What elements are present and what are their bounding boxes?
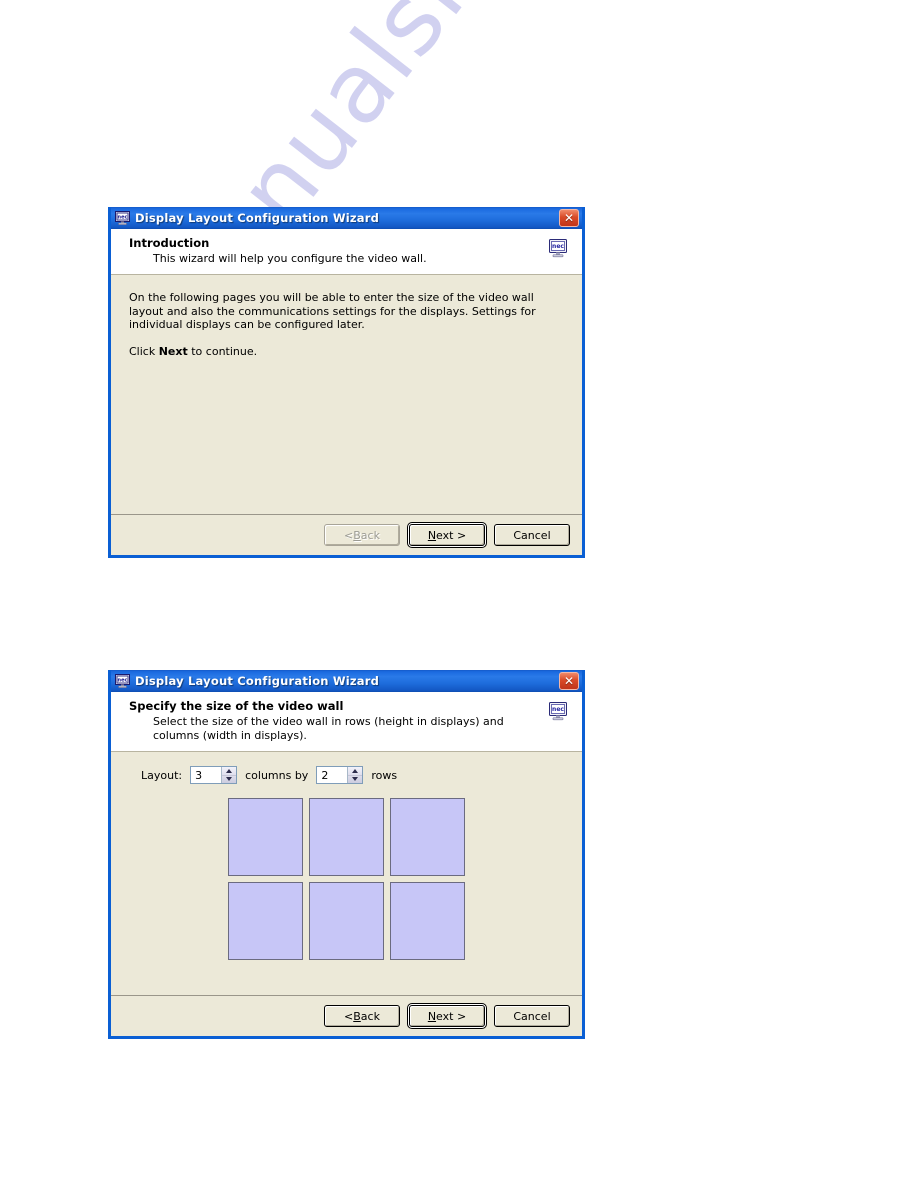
wizard-body: On the following pages you will be able … xyxy=(111,275,582,514)
page-subtitle: Select the size of the video wall in row… xyxy=(153,715,504,742)
titlebar: nec Display Layout Configuration Wizard … xyxy=(111,207,582,229)
window-title: Display Layout Configuration Wizard xyxy=(135,211,380,225)
page-subtitle: This wizard will help you configure the … xyxy=(153,252,427,265)
wizard-footer: < Back Next > Cancel xyxy=(111,514,582,555)
hint-suffix: to continue. xyxy=(187,344,258,358)
next-hint-paragraph: Click Next to continue. xyxy=(111,332,582,359)
columns-stepper[interactable]: 3 xyxy=(190,766,238,784)
next-button[interactable]: Next > xyxy=(407,522,487,548)
rows-stepper[interactable]: 2 xyxy=(316,766,364,784)
cancel-button[interactable]: Cancel xyxy=(494,524,570,546)
display-tile[interactable] xyxy=(390,798,465,876)
display-layout-wizard-dialog-size: nec Display Layout Configuration Wizard … xyxy=(108,670,585,1039)
header-text-block: Introduction This wizard will help you c… xyxy=(129,236,548,266)
video-wall-tile-grid xyxy=(111,784,582,960)
svg-text:nec: nec xyxy=(552,706,564,713)
rows-increment-icon[interactable] xyxy=(348,767,363,776)
nec-monitor-icon: nec xyxy=(548,238,568,258)
display-tile[interactable] xyxy=(228,882,303,960)
nec-monitor-icon: nec xyxy=(548,701,568,721)
header-text-block: Specify the size of the video wall Selec… xyxy=(129,699,548,743)
svg-text:nec: nec xyxy=(118,215,128,221)
back-button[interactable]: < Back xyxy=(324,524,400,546)
nec-monitor-icon: nec xyxy=(115,211,130,225)
rows-decrement-icon[interactable] xyxy=(348,776,362,784)
wizard-header: Introduction This wizard will help you c… xyxy=(111,229,582,275)
rows-input[interactable]: 2 xyxy=(317,767,348,783)
next-button-label: Next > xyxy=(427,1009,467,1023)
columns-stepper-buttons[interactable] xyxy=(221,767,237,784)
wizard-body: Layout: 3 columns by 2 rows xyxy=(111,752,582,995)
nec-monitor-icon: nec xyxy=(115,674,130,688)
display-tile[interactable] xyxy=(390,882,465,960)
display-tile[interactable] xyxy=(309,798,384,876)
wizard-footer: < Back Next > Cancel xyxy=(111,995,582,1036)
columns-decrement-icon[interactable] xyxy=(222,776,236,784)
layout-label: Layout: xyxy=(141,768,183,782)
rows-label: rows xyxy=(371,768,398,782)
next-button[interactable]: Next > xyxy=(407,1003,487,1029)
columns-by-label: columns by xyxy=(245,768,309,782)
titlebar: nec Display Layout Configuration Wizard … xyxy=(111,670,582,692)
cancel-button[interactable]: Cancel xyxy=(494,1005,570,1027)
page-title: Introduction xyxy=(129,236,210,250)
window-title: Display Layout Configuration Wizard xyxy=(135,674,380,688)
back-button[interactable]: < Back xyxy=(324,1005,400,1027)
layout-size-row: Layout: 3 columns by 2 rows xyxy=(111,752,582,784)
hint-prefix: Click xyxy=(129,344,159,358)
svg-text:nec: nec xyxy=(552,243,564,250)
rows-stepper-buttons[interactable] xyxy=(347,767,363,784)
display-layout-wizard-dialog-intro: nec Display Layout Configuration Wizard … xyxy=(108,207,585,558)
display-tile[interactable] xyxy=(309,882,384,960)
close-icon[interactable]: ✕ xyxy=(559,209,579,227)
display-tile[interactable] xyxy=(228,798,303,876)
page-canvas: manualshive.com nec Display Layout Confi… xyxy=(0,0,918,1188)
next-button-label: Next > xyxy=(427,528,467,542)
columns-increment-icon[interactable] xyxy=(222,767,237,776)
columns-input[interactable]: 3 xyxy=(191,767,222,783)
hint-bold: Next xyxy=(158,344,188,358)
close-icon[interactable]: ✕ xyxy=(559,672,579,690)
svg-text:nec: nec xyxy=(118,678,128,684)
wizard-header: Specify the size of the video wall Selec… xyxy=(111,692,582,752)
intro-paragraph: On the following pages you will be able … xyxy=(129,291,536,331)
page-title: Specify the size of the video wall xyxy=(129,699,344,713)
